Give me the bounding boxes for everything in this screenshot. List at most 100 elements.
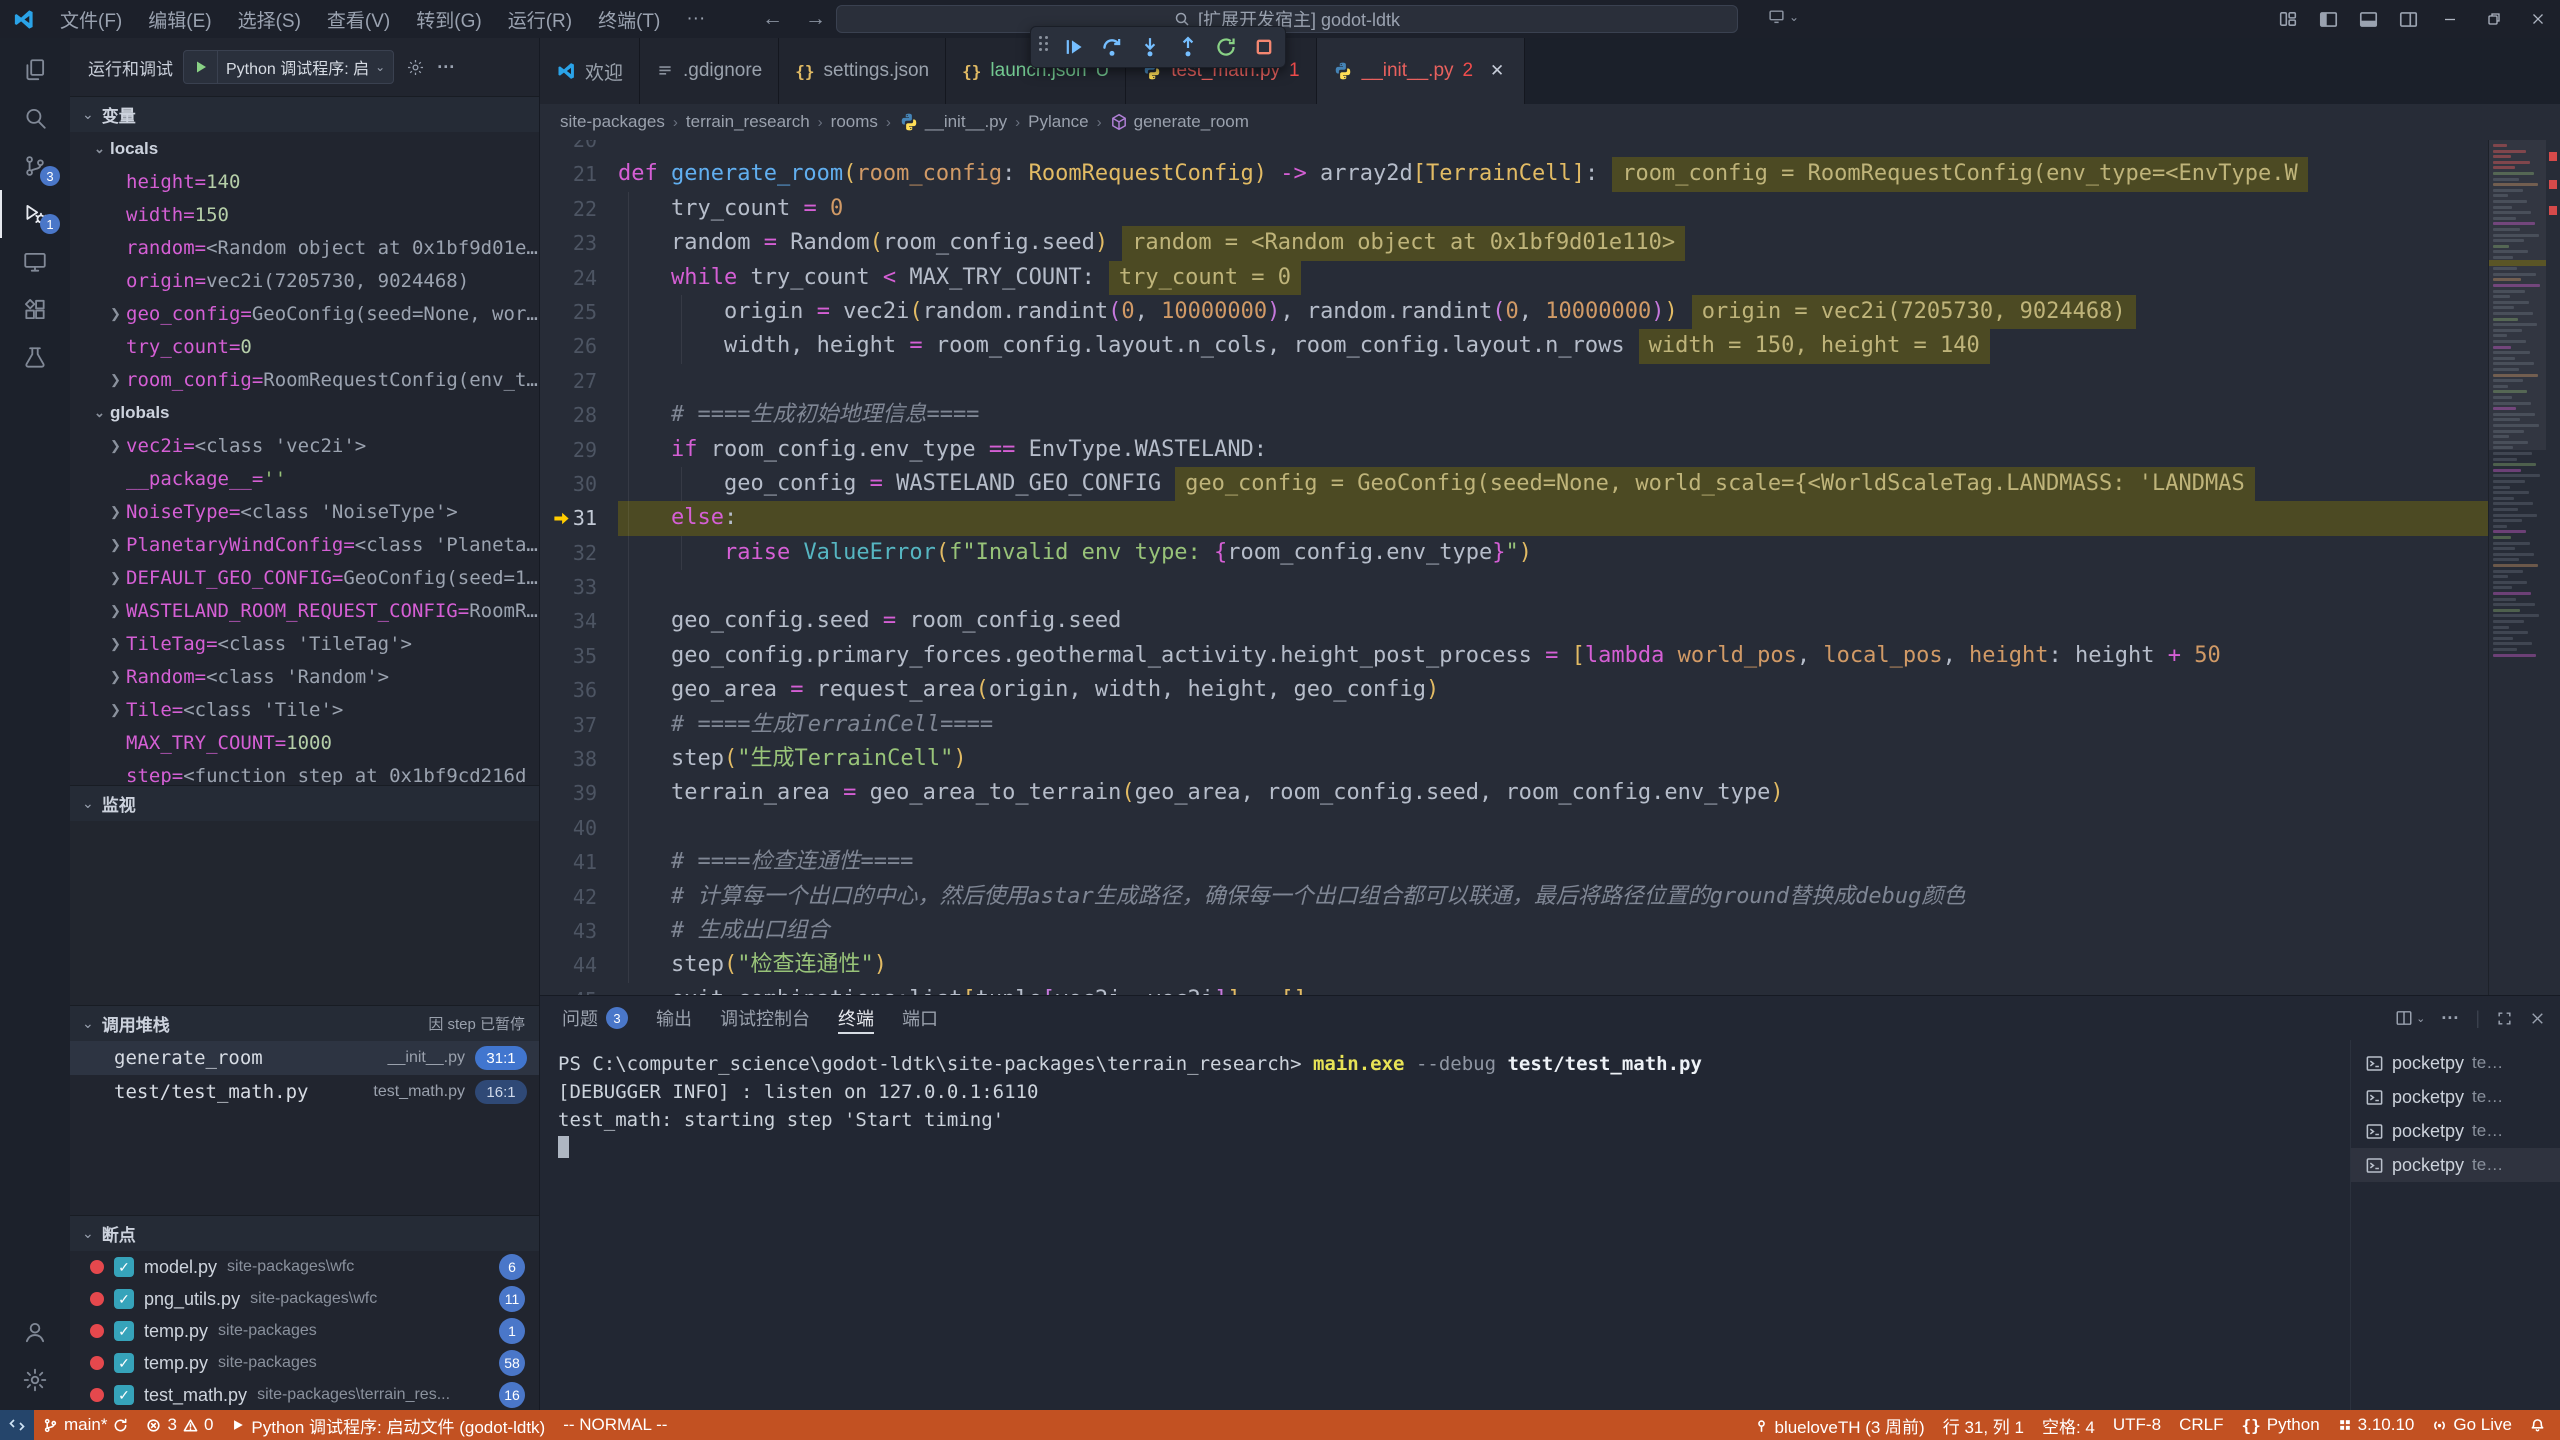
variable-row[interactable]: width = 150 — [70, 198, 539, 231]
gutter-line-29[interactable]: 29 — [540, 433, 618, 467]
gutter-line-39[interactable]: 39 — [540, 776, 618, 810]
variables-section-header[interactable]: ⌄ 变量 — [70, 96, 539, 132]
close-panel-icon[interactable] — [2529, 1010, 2546, 1027]
step-into-button[interactable] — [1137, 34, 1163, 60]
menu-item-4[interactable]: 转到(G) — [403, 0, 494, 38]
terminal-session-item[interactable]: pocketpyte… — [2351, 1114, 2560, 1148]
language-mode[interactable]: {}Python — [2232, 1410, 2328, 1440]
breadcrumb-item-rooms[interactable]: rooms — [831, 112, 878, 132]
python-version[interactable]: 3.10.10 — [2329, 1410, 2424, 1440]
stack-frame[interactable]: test/test_math.pytest_math.py16:1 — [70, 1075, 539, 1109]
variable-row[interactable]: try_count = 0 — [70, 330, 539, 363]
panel-tab-问题[interactable]: 问题3 — [562, 996, 628, 1040]
gutter-line-35[interactable]: 35 — [540, 639, 618, 673]
gutter-line-38[interactable]: 38 — [540, 742, 618, 776]
gutter-line-34[interactable]: 34 — [540, 604, 618, 638]
variable-row[interactable]: ❯NoiseType = <class 'NoiseType'> — [70, 495, 539, 528]
gutter-line-20[interactable]: 20 — [540, 140, 618, 157]
window-restore-button[interactable] — [2472, 0, 2516, 38]
activity-extensions[interactable] — [0, 286, 70, 334]
gutter-line-37[interactable]: 37 — [540, 708, 618, 742]
variable-row[interactable]: ❯room_config = RoomRequestConfig(env_t… — [70, 363, 539, 396]
tab-.gdignore[interactable]: .gdignore — [640, 38, 779, 104]
menu-item-5[interactable]: 运行(R) — [495, 0, 585, 38]
nav-back-icon[interactable]: ← — [762, 7, 783, 31]
go-live[interactable]: Go Live — [2423, 1410, 2521, 1440]
gutter-line-30[interactable]: 30 — [540, 467, 618, 501]
variables-group-globals[interactable]: ⌄globals — [70, 396, 539, 429]
toggle-sidebar-icon[interactable] — [2308, 0, 2348, 38]
menu-item-0[interactable]: 文件(F) — [47, 0, 135, 38]
breakpoint-checkbox[interactable]: ✓ — [114, 1321, 134, 1341]
gear-icon[interactable] — [406, 58, 425, 77]
variable-row[interactable]: origin = vec2i(7205730, 9024468) — [70, 264, 539, 297]
panel-more-icon[interactable]: ··· — [2441, 1008, 2459, 1029]
breakpoint-row[interactable]: ✓temp.pysite-packages58 — [70, 1347, 539, 1379]
activity-settings[interactable] — [0, 1356, 70, 1404]
gutter-line-33[interactable]: 33 — [540, 570, 618, 604]
tab-settings.json[interactable]: {}settings.json — [779, 38, 946, 104]
variable-row[interactable]: ❯Tile = <class 'Tile'> — [70, 693, 539, 726]
gutter-line-24[interactable]: 24 — [540, 261, 618, 295]
start-debug-button[interactable] — [184, 51, 218, 83]
views-more-icon[interactable]: ··· — [437, 57, 455, 78]
panel-tab-端口[interactable]: 端口 — [902, 996, 938, 1040]
menu-item-2[interactable]: 选择(S) — [225, 0, 314, 38]
command-center-search[interactable]: [扩展开发宿主] godot-ldtk — [836, 5, 1738, 33]
panel-tab-输出[interactable]: 输出 — [656, 996, 692, 1040]
close-icon[interactable]: ✕ — [1486, 60, 1508, 82]
menu-item-6[interactable]: 终端(T) — [585, 0, 673, 38]
breakpoint-row[interactable]: ✓png_utils.pysite-packages\wfc11 — [70, 1283, 539, 1315]
variable-row[interactable]: height = 140 — [70, 165, 539, 198]
gitlens-commit[interactable]: blueloveTH (3 周前) — [1745, 1410, 1934, 1440]
customize-layout-icon[interactable] — [2268, 0, 2308, 38]
toggle-secondary-sidebar-icon[interactable] — [2388, 0, 2428, 38]
variables-tree[interactable]: ⌄locals height = 140 width = 150 random … — [70, 132, 539, 785]
step-out-button[interactable] — [1175, 34, 1201, 60]
variable-row[interactable]: ❯TileTag = <class 'TileTag'> — [70, 627, 539, 660]
menu-item-3[interactable]: 查看(V) — [314, 0, 403, 38]
variable-row[interactable]: ❯vec2i = <class 'vec2i'> — [70, 429, 539, 462]
gutter-line-44[interactable]: 44 — [540, 948, 618, 982]
gutter-line-32[interactable]: 32 — [540, 536, 618, 570]
menu-item-7[interactable]: ··· — [673, 0, 718, 38]
debug-status[interactable]: Python 调试程序: 启动文件 (godot-ldtk) — [222, 1410, 554, 1440]
gutter-line-22[interactable]: 22 — [540, 192, 618, 226]
breadcrumb-item-Pylance[interactable]: Pylance — [1028, 112, 1088, 132]
step-over-button[interactable] — [1099, 34, 1125, 60]
encoding[interactable]: UTF-8 — [2104, 1410, 2170, 1440]
breakpoint-checkbox[interactable]: ✓ — [114, 1353, 134, 1373]
remote-window-options-icon[interactable]: ⌄ — [1768, 8, 1799, 25]
breakpoint-row[interactable]: ✓test_math.pysite-packages\terrain_res..… — [70, 1379, 539, 1410]
variable-row[interactable]: ❯Random = <class 'Random'> — [70, 660, 539, 693]
notifications[interactable] — [2521, 1410, 2554, 1440]
gutter-line-31[interactable]: 31 — [540, 501, 618, 535]
variable-row[interactable]: ❯geo_config = GeoConfig(seed=None, wor… — [70, 297, 539, 330]
remote-indicator[interactable] — [0, 1410, 34, 1440]
gutter-line-23[interactable]: 23 — [540, 226, 618, 260]
breakpoints-section-header[interactable]: ⌄ 断点 — [70, 1215, 539, 1251]
breadcrumb[interactable]: site-packages›terrain_research›rooms›__i… — [540, 104, 2560, 140]
activity-search[interactable] — [0, 94, 70, 142]
panel-tab-调试控制台[interactable]: 调试控制台 — [720, 996, 810, 1040]
code-editor[interactable]: 2021def generate_room(room_config: RoomR… — [540, 140, 2560, 995]
breadcrumb-item-site-packages[interactable]: site-packages — [560, 112, 665, 132]
panel-tab-终端[interactable]: 终端 — [838, 996, 874, 1040]
gutter-line-28[interactable]: 28 — [540, 398, 618, 432]
window-close-button[interactable] — [2516, 0, 2560, 38]
breadcrumb-item-generate_room[interactable]: generate_room — [1110, 112, 1249, 132]
stack-frame[interactable]: generate_room__init__.py31:1 — [70, 1041, 539, 1075]
variable-row[interactable]: __package__ = '' — [70, 462, 539, 495]
terminal-output[interactable]: PS C:\computer_science\godot-ldtk\site-p… — [540, 1040, 2350, 1410]
variable-row[interactable]: step = <function step at 0x1bf9cd216d — [70, 759, 539, 785]
cursor-position[interactable]: 行 31, 列 1 — [1934, 1410, 2033, 1440]
callstack-section-header[interactable]: ⌄ 调用堆栈 因 step 已暂停 — [70, 1005, 539, 1041]
breadcrumb-item-terrain_research[interactable]: terrain_research — [686, 112, 810, 132]
maximize-panel-icon[interactable] — [2496, 1010, 2513, 1027]
indentation[interactable]: 空格: 4 — [2033, 1410, 2104, 1440]
stop-button[interactable] — [1251, 34, 1277, 60]
variables-group-locals[interactable]: ⌄locals — [70, 132, 539, 165]
terminal-session-item[interactable]: pocketpyte… — [2351, 1080, 2560, 1114]
restart-button[interactable] — [1213, 34, 1239, 60]
minimap[interactable] — [2488, 140, 2560, 995]
